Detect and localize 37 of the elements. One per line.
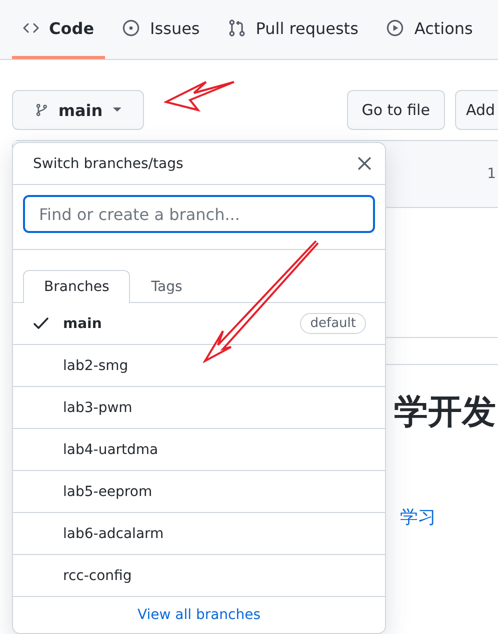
branch-search-field[interactable]: Find or create a branch... <box>23 195 375 233</box>
caret-icon <box>112 107 121 113</box>
branch-name: lab4-uartdma <box>63 442 160 458</box>
readme-link[interactable]: 学习 <box>400 505 436 529</box>
branch-name: lab2-smg <box>63 358 130 374</box>
toolbar-button[interactable]: Go to file <box>346 90 445 130</box>
arrow-annotation <box>164 80 236 112</box>
close-icon[interactable] <box>358 157 371 170</box>
dropdown-tab[interactable]: Branches <box>23 270 130 303</box>
branch-icon <box>35 102 48 118</box>
repo-tab[interactable]: Pull requests <box>216 0 370 59</box>
branch-name: lab5-eeprom <box>63 484 154 500</box>
circle-dot-icon <box>122 19 140 37</box>
toolbar-button[interactable]: Add <box>454 90 498 130</box>
repo-tab[interactable]: Code <box>12 0 106 59</box>
branch-select-button[interactable]: main <box>12 90 144 130</box>
branch-item[interactable]: lab5-eeprom <box>13 471 385 513</box>
branch-item[interactable]: lab3-pwm <box>13 387 385 429</box>
dropdown-title: Switch branches/tags <box>33 156 184 172</box>
play-icon <box>386 19 404 37</box>
branch-name: lab6-adcalarm <box>63 526 165 542</box>
branch-item[interactable]: lab2-smg <box>13 345 385 387</box>
branch-name: lab3-pwm <box>63 400 134 416</box>
branch-item[interactable]: lab4-uartdma <box>13 429 385 471</box>
pull-request-icon <box>228 19 246 37</box>
branch-name: rcc-config <box>63 568 133 584</box>
readme-heading: 学开发 <box>394 391 496 434</box>
default-label: default <box>300 313 366 334</box>
branch-name: main <box>63 316 103 332</box>
repo-tab[interactable]: Actions <box>375 0 484 59</box>
branch-item[interactable]: rcc-config <box>13 555 385 597</box>
view-all-link[interactable]: View all branches <box>137 607 261 623</box>
branch-item[interactable]: main default <box>13 303 385 345</box>
branch-item[interactable]: lab6-adcalarm <box>13 513 385 555</box>
repo-tab[interactable]: Issues <box>111 0 211 59</box>
dropdown-tab[interactable]: Tags <box>130 270 204 303</box>
commit-count: 1 <box>487 166 496 182</box>
